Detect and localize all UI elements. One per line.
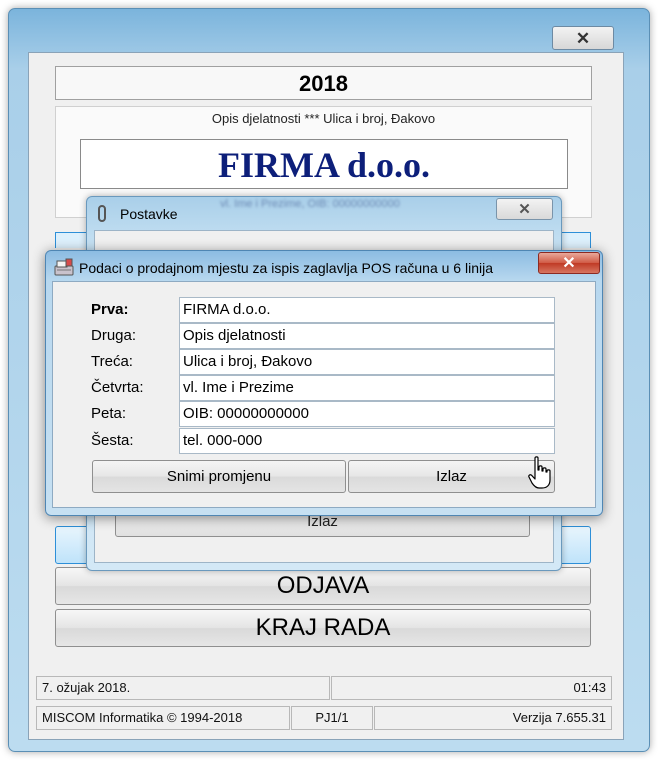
kraj-rada-button[interactable]: KRAJ RADA [55, 609, 591, 647]
row-label-cetvrta: Četvrta: [91, 379, 144, 396]
header-line-5-field[interactable]: OIB: 00000000000 [179, 401, 555, 427]
row-label-druga: Druga: [91, 327, 137, 344]
header-line-1-field[interactable]: FIRMA d.o.o. [179, 297, 555, 323]
status-terminal: PJ1/1 [291, 706, 373, 730]
cash-register-icon [54, 258, 74, 276]
hand-cursor-icon [528, 456, 551, 489]
header-description: Opis djelatnosti *** Ulica i broj, Đakov… [211, 111, 436, 126]
postavke-close-button[interactable]: ✕ [496, 198, 553, 220]
paperclip-icon [98, 205, 106, 222]
row-label-treca: Treća: [91, 353, 133, 370]
header-line-4-field[interactable]: vl. Ime i Prezime [179, 375, 555, 401]
postavke-title: Postavke [120, 206, 178, 222]
status-version: Verzija 7.655.31 [374, 706, 612, 730]
status-vendor: MISCOM Informatika © 1994-2018 [36, 706, 290, 730]
status-date: 7. ožujak 2018. [36, 676, 330, 700]
odjava-button[interactable]: ODJAVA [55, 567, 591, 605]
header-line-2-field[interactable]: Opis djelatnosti [179, 323, 555, 349]
pos-header-dialog-title: Podaci o prodajnom mjestu za ispis zagla… [79, 260, 493, 276]
header-line-3-field[interactable]: Ulica i broj, Đakovo [179, 349, 555, 375]
status-time: 01:43 [331, 676, 612, 700]
header-line-6-field[interactable]: tel. 000-000 [179, 428, 555, 454]
row-label-prva: Prva: [91, 301, 129, 318]
blurred-header-text: vl. Ime i Prezime, OIB: 00000000000 [220, 198, 400, 210]
pos-header-close-button[interactable]: ✕ [538, 252, 600, 274]
row-label-sesta: Šesta: [91, 432, 134, 449]
main-close-button[interactable]: ✕ [552, 26, 614, 50]
company-name: FIRMA d.o.o. [80, 139, 568, 189]
year-display: 2018 [55, 66, 592, 100]
row-label-peta: Peta: [91, 405, 127, 422]
exit-button[interactable]: Izlaz [348, 460, 555, 493]
save-changes-button[interactable]: Snimi promjenu [92, 460, 346, 493]
